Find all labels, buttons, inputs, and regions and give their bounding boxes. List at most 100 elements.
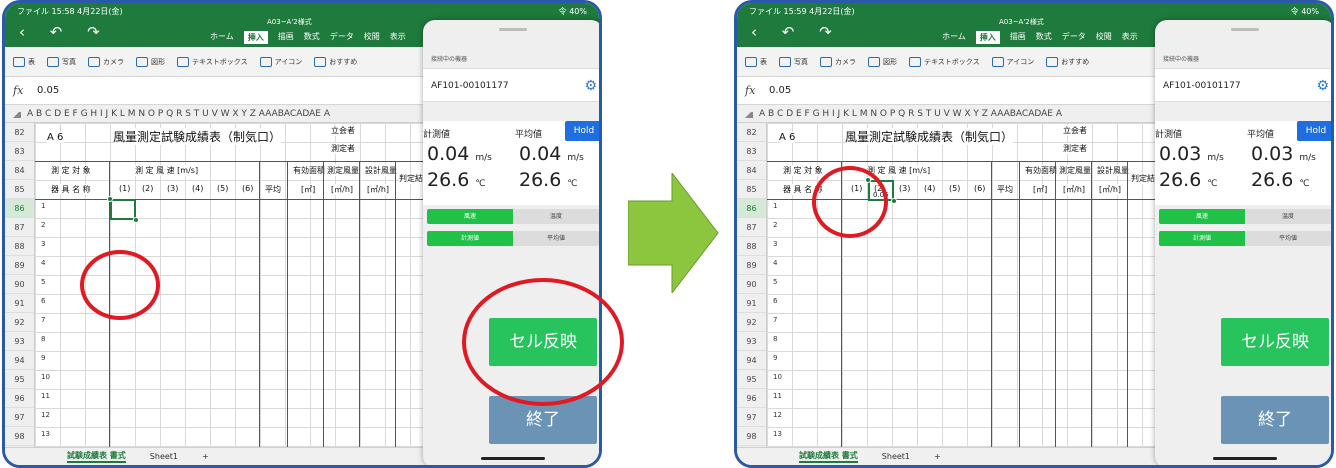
- settings-gear-icon[interactable]: ⚙: [584, 78, 597, 94]
- row-header[interactable]: 90: [5, 275, 34, 294]
- sheet-tab-active[interactable]: 試験成績表 書式: [67, 450, 126, 463]
- insert-photo-button[interactable]: 写真: [47, 56, 76, 67]
- tab-formulas[interactable]: 数式: [304, 31, 320, 44]
- row-header[interactable]: 95: [5, 370, 34, 389]
- sheet-tab[interactable]: Sheet1: [882, 452, 910, 461]
- row-header[interactable]: 92: [737, 313, 766, 332]
- home-indicator[interactable]: [481, 457, 545, 460]
- home-indicator[interactable]: [1213, 457, 1277, 460]
- insert-table-button[interactable]: 表: [745, 56, 767, 67]
- select-all-icon[interactable]: [13, 110, 21, 118]
- recommended-button[interactable]: おすすめ: [314, 56, 357, 67]
- row-header[interactable]: 97: [5, 408, 34, 427]
- tab-view[interactable]: 表示: [390, 31, 406, 44]
- row-header[interactable]: 84: [5, 161, 34, 180]
- undo-redo-icons[interactable]: ‹ ↶ ↷: [751, 23, 842, 41]
- tab-review[interactable]: 校閲: [1096, 31, 1112, 44]
- mode-speed-option[interactable]: 風速: [1159, 209, 1245, 224]
- grab-handle[interactable]: [1231, 28, 1259, 31]
- hold-button[interactable]: Hold: [1297, 121, 1331, 141]
- row-header[interactable]: 85: [737, 180, 766, 199]
- row-header[interactable]: 95: [737, 370, 766, 389]
- row-header[interactable]: 83: [5, 142, 34, 161]
- value-measured-option[interactable]: 計測値: [1159, 231, 1245, 246]
- row-header-selected[interactable]: 86: [737, 199, 766, 218]
- selected-cell[interactable]: [110, 199, 136, 220]
- value-measured-option[interactable]: 計測値: [427, 231, 513, 246]
- selection-handle-bottom[interactable]: [891, 198, 897, 204]
- row-header[interactable]: 82: [737, 123, 766, 142]
- tab-review[interactable]: 校閲: [364, 31, 380, 44]
- mode-speed-option[interactable]: 風速: [427, 209, 513, 224]
- value-average-option[interactable]: 平均値: [1245, 231, 1331, 246]
- selection-handle-bottom[interactable]: [133, 217, 139, 223]
- tab-draw[interactable]: 描画: [278, 31, 294, 44]
- tab-formulas[interactable]: 数式: [1036, 31, 1052, 44]
- device-row[interactable]: AF101-00101177 ⚙: [423, 68, 599, 102]
- tab-data[interactable]: データ: [330, 31, 354, 44]
- insert-camera-button[interactable]: カメラ: [820, 56, 856, 67]
- tab-home[interactable]: ホーム: [942, 31, 966, 44]
- formula-value[interactable]: 0.05: [769, 85, 791, 96]
- row-header[interactable]: 87: [5, 218, 34, 237]
- row-header[interactable]: 88: [737, 237, 766, 256]
- row-header[interactable]: 83: [737, 142, 766, 161]
- device-row[interactable]: AF101-00101177 ⚙: [1155, 68, 1331, 102]
- row-header[interactable]: 91: [737, 294, 766, 313]
- column-letters[interactable]: A B C D E F G H I J K L M N O P Q R S T …: [759, 109, 1062, 119]
- settings-gear-icon[interactable]: ⚙: [1316, 78, 1329, 94]
- selection-handle-top[interactable]: [107, 196, 113, 202]
- row-header[interactable]: 88: [5, 237, 34, 256]
- row-header[interactable]: 84: [737, 161, 766, 180]
- insert-textbox-button[interactable]: テキストボックス: [909, 56, 980, 67]
- insert-photo-button[interactable]: 写真: [779, 56, 808, 67]
- tab-view[interactable]: 表示: [1122, 31, 1138, 44]
- sheet-tab[interactable]: Sheet1: [150, 452, 178, 461]
- insert-shape-button[interactable]: 図形: [868, 56, 897, 67]
- mode-temp-option[interactable]: 温度: [1245, 209, 1331, 224]
- insert-table-button[interactable]: 表: [13, 56, 35, 67]
- row-header[interactable]: 87: [737, 218, 766, 237]
- insert-textbox-button[interactable]: テキストボックス: [177, 56, 248, 67]
- select-all-icon[interactable]: [745, 110, 753, 118]
- row-header[interactable]: 89: [5, 256, 34, 275]
- row-header[interactable]: 96: [737, 389, 766, 408]
- cell-reflect-button[interactable]: セル反映: [1221, 318, 1329, 366]
- row-header[interactable]: 89: [737, 256, 766, 275]
- sheet-tab-active[interactable]: 試験成績表 書式: [799, 450, 858, 463]
- row-header[interactable]: 85: [5, 180, 34, 199]
- row-header-selected[interactable]: 86: [5, 199, 34, 218]
- add-sheet-button[interactable]: +: [934, 452, 941, 461]
- add-sheet-button[interactable]: +: [202, 452, 209, 461]
- row-header[interactable]: 94: [737, 351, 766, 370]
- row-header[interactable]: 92: [5, 313, 34, 332]
- insert-shape-button[interactable]: 図形: [136, 56, 165, 67]
- row-header[interactable]: 90: [737, 275, 766, 294]
- insert-icon-button[interactable]: アイコン: [991, 56, 1034, 67]
- mode-temp-option[interactable]: 温度: [513, 209, 599, 224]
- row-header[interactable]: 93: [5, 332, 34, 351]
- hold-button[interactable]: Hold: [565, 121, 599, 141]
- row-header[interactable]: 98: [5, 427, 34, 446]
- insert-camera-button[interactable]: カメラ: [88, 56, 124, 67]
- end-button[interactable]: 終了: [1221, 396, 1329, 444]
- row-header[interactable]: 82: [5, 123, 34, 142]
- insert-icon-button[interactable]: アイコン: [259, 56, 302, 67]
- tab-insert[interactable]: 挿入: [243, 31, 268, 44]
- row-header[interactable]: 93: [737, 332, 766, 351]
- tab-insert[interactable]: 挿入: [975, 31, 1000, 44]
- tab-home[interactable]: ホーム: [210, 31, 234, 44]
- row-header[interactable]: 91: [5, 294, 34, 313]
- value-average-option[interactable]: 平均値: [513, 231, 599, 246]
- grab-handle[interactable]: [499, 28, 527, 31]
- recommended-button[interactable]: おすすめ: [1046, 56, 1089, 67]
- tab-data[interactable]: データ: [1062, 31, 1086, 44]
- tab-draw[interactable]: 描画: [1010, 31, 1026, 44]
- formula-value[interactable]: 0.05: [37, 85, 59, 96]
- row-header[interactable]: 94: [5, 351, 34, 370]
- column-letters[interactable]: A B C D E F G H I J K L M N O P Q R S T …: [27, 109, 330, 119]
- row-header[interactable]: 97: [737, 408, 766, 427]
- undo-redo-icons[interactable]: ‹ ↶ ↷: [19, 23, 110, 41]
- row-header[interactable]: 96: [5, 389, 34, 408]
- row-header[interactable]: 98: [737, 427, 766, 446]
